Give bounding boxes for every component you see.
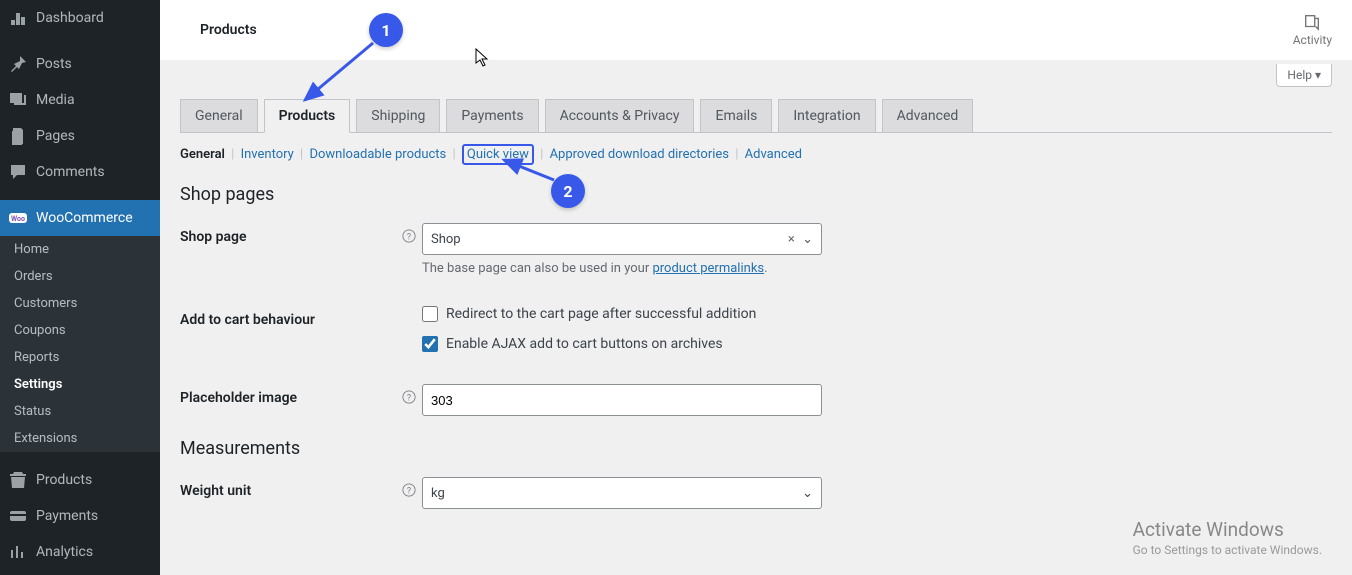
settings-tabs: General Products Shipping Payments Accou… [180,99,1332,133]
tab-advanced[interactable]: Advanced [882,99,974,132]
payments-icon [8,506,28,526]
help-icon[interactable]: ? [400,384,418,408]
sidebar-item-woocommerce[interactable]: Woo WooCommerce [0,200,160,236]
sub-orders[interactable]: Orders [0,263,160,290]
label-shop-page: Shop page [180,223,400,245]
chevron-down-icon: ⌄ [802,486,813,501]
sidebar-item-label: Media [36,92,75,108]
sidebar-item-dashboard[interactable]: Dashboard [0,0,160,36]
sidebar-item-posts[interactable]: Posts [0,46,160,82]
sidebar-item-label: WooCommerce [36,210,133,226]
tab-general[interactable]: General [180,99,258,132]
sidebar-item-label: Payments [36,508,98,524]
woo-icon: Woo [8,208,28,228]
comments-icon [8,162,28,182]
help-icon[interactable]: ? [400,223,418,247]
sub-coupons[interactable]: Coupons [0,317,160,344]
sidebar-item-payments[interactable]: Payments [0,498,160,534]
select-value: Shop [431,232,461,247]
media-icon [8,90,28,110]
subsection-quick-view[interactable]: Quick view [467,147,529,162]
sub-customers[interactable]: Customers [0,290,160,317]
clear-icon[interactable]: × [784,232,799,247]
sidebar-item-products[interactable]: Products [0,462,160,498]
label-placeholder: Placeholder image [180,384,400,406]
select-value: kg [431,486,445,501]
activity-label: Activity [1293,33,1332,47]
sub-extensions[interactable]: Extensions [0,425,160,452]
woocommerce-submenu: Home Orders Customers Coupons Reports Se… [0,236,160,452]
label-add-to-cart: Add to cart behaviour [180,306,400,328]
subsection-advanced[interactable]: Advanced [745,147,802,162]
main-content: Products Activity Help ▾ General Product… [160,0,1352,575]
section-measurements: Measurements [180,438,1332,459]
top-bar: Products Activity [160,0,1352,60]
subsection-inventory[interactable]: Inventory [241,147,294,162]
tab-integration[interactable]: Integration [778,99,875,132]
annotation-1: 1 [369,13,403,47]
sub-settings[interactable]: Settings [0,371,160,398]
redirect-checkbox-row[interactable]: Redirect to the cart page after successf… [422,306,822,322]
placeholder-image-input[interactable] [422,384,822,416]
permalinks-link[interactable]: product permalinks [652,261,764,276]
sidebar-item-label: Posts [36,56,72,72]
sidebar-item-label: Pages [36,128,75,144]
activity-button[interactable]: Activity [1293,13,1332,47]
tab-accounts[interactable]: Accounts & Privacy [545,99,695,132]
subsection-approved-dirs[interactable]: Approved download directories [550,147,729,162]
sidebar-item-pages[interactable]: Pages [0,118,160,154]
sub-home[interactable]: Home [0,236,160,263]
subsection-downloadable[interactable]: Downloadable products [309,147,446,162]
svg-text:?: ? [407,233,411,243]
redirect-checkbox[interactable] [422,306,438,322]
chevron-down-icon: ⌄ [802,232,813,247]
sidebar-item-label: Comments [36,164,105,180]
pages-icon [8,126,28,146]
label-weight-unit: Weight unit [180,477,400,499]
weight-unit-select[interactable]: kg ⌄ [422,477,822,509]
svg-text:?: ? [407,394,411,404]
help-icon[interactable]: ? [400,477,418,501]
analytics-icon [8,542,28,562]
form-content: Shop pages Shop page ? Shop × ⌄ The base… [180,184,1332,509]
tab-payments[interactable]: Payments [446,99,538,132]
sidebar-item-label: Dashboard [36,10,104,26]
page-title: Products [200,22,257,38]
pin-icon [8,54,28,74]
annotation-2: 2 [551,174,585,208]
sub-reports[interactable]: Reports [0,344,160,371]
tab-emails[interactable]: Emails [700,99,772,132]
shop-page-desc: The base page can also be used in your p… [422,261,822,276]
help-button[interactable]: Help ▾ [1276,64,1332,87]
sidebar-item-label: Products [36,472,92,488]
sub-sections: General | Inventory | Downloadable produ… [180,147,1332,162]
tab-products[interactable]: Products [264,99,351,133]
subsection-general[interactable]: General [180,147,225,162]
sidebar-item-label: Analytics [36,544,93,560]
svg-text:Woo: Woo [11,215,25,223]
sidebar-item-analytics[interactable]: Analytics [0,534,160,570]
ajax-checkbox[interactable] [422,336,438,352]
products-icon [8,470,28,490]
sidebar-item-comments[interactable]: Comments [0,154,160,190]
shop-page-select[interactable]: Shop × ⌄ [422,223,822,255]
dashboard-icon [8,8,28,28]
section-shop-pages: Shop pages [180,184,1332,205]
chevron-down-icon: ▾ [1315,68,1321,82]
ajax-checkbox-row[interactable]: Enable AJAX add to cart buttons on archi… [422,336,822,352]
svg-text:?: ? [407,487,411,497]
tab-shipping[interactable]: Shipping [356,99,440,132]
admin-sidebar: Dashboard Posts Media Pages Comments Woo… [0,0,160,575]
sidebar-item-media[interactable]: Media [0,82,160,118]
sub-status[interactable]: Status [0,398,160,425]
